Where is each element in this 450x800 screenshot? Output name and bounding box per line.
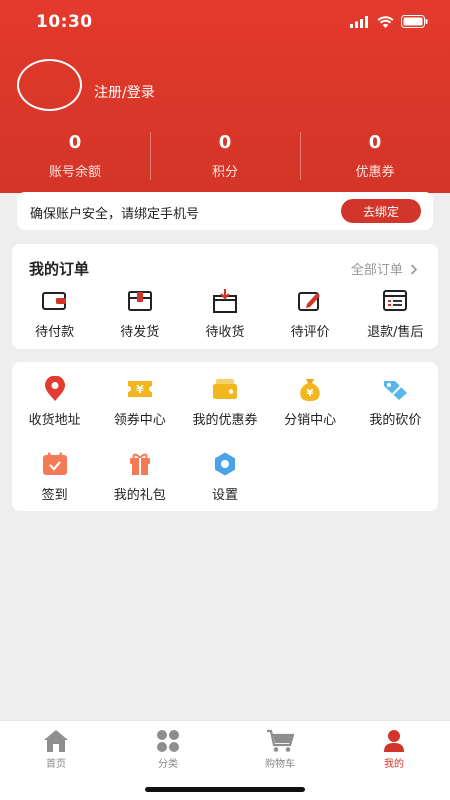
status-bar: 10:30 (0, 0, 450, 44)
services-card: 收货地址 ¥ 领券中心 我的优惠券 ¥ 分销中心 我的砍价 签到 我的礼包 设置 (12, 362, 438, 511)
category-grid-icon (157, 730, 179, 752)
services-row-1: 收货地址 ¥ 领券中心 我的优惠券 ¥ 分销中心 我的砍价 (12, 374, 438, 428)
service-coupon-center[interactable]: ¥ 领券中心 (97, 374, 182, 428)
service-bargain[interactable]: 我的砍价 (353, 374, 438, 428)
all-orders-label: 全部订单 (350, 263, 403, 278)
service-my-coupons[interactable]: 我的优惠券 (182, 374, 267, 428)
order-status-label: 退款/售后 (367, 325, 424, 340)
status-icons (350, 15, 428, 28)
stat-label: 优惠券 (355, 165, 395, 180)
order-pending-payment[interactable]: 待付款 (12, 286, 97, 340)
stat-coupons[interactable]: 0 优惠券 (300, 130, 450, 186)
bind-phone-banner: 确保账户安全，请绑定手机号 去绑定 (17, 192, 433, 230)
chevron-right-icon (410, 264, 418, 275)
order-status-label: 待发货 (120, 325, 160, 340)
signal-icon (350, 15, 368, 28)
order-pending-receipt[interactable]: 待收货 (182, 286, 267, 340)
stat-value: 0 (368, 132, 382, 153)
bind-phone-text: 确保账户安全，请绑定手机号 (30, 207, 200, 222)
service-label: 领券中心 (113, 413, 166, 428)
tab-category[interactable]: 分类 (133, 729, 203, 770)
profile-header: 10:30 注册/登录 0 账号余额 0 积分 0 优惠券 (0, 0, 450, 193)
tab-mine[interactable]: 我的 (359, 729, 429, 770)
service-label: 我的砍价 (369, 413, 422, 428)
avatar[interactable] (17, 59, 82, 111)
order-status-label: 待评价 (290, 325, 330, 340)
price-tag-icon (384, 381, 408, 400)
orders-card: 我的订单 全部订单 待付款 待发货 待收货 待评价 退款/售后 (12, 244, 438, 349)
coupon-ticket-icon: ¥ (127, 381, 152, 397)
receive-box-icon (212, 289, 237, 313)
status-time: 10:30 (36, 12, 93, 32)
home-icon (44, 730, 68, 752)
service-label: 我的优惠券 (192, 413, 258, 428)
home-indicator (145, 787, 305, 792)
battery-icon (401, 15, 428, 28)
account-stats: 0 账号余额 0 积分 0 优惠券 (0, 130, 450, 186)
order-status-label: 待收货 (205, 325, 245, 340)
gift-icon (129, 453, 150, 475)
money-bag-icon: ¥ (300, 379, 320, 401)
tab-label: 购物车 (265, 759, 295, 770)
service-checkin[interactable]: 签到 (12, 449, 97, 503)
services-row-2: 签到 我的礼包 设置 (12, 449, 438, 503)
service-address[interactable]: 收货地址 (12, 374, 97, 428)
order-status-row: 待付款 待发货 待收货 待评价 退款/售后 (12, 286, 438, 340)
service-label: 设置 (211, 488, 238, 503)
service-label: 签到 (41, 488, 68, 503)
tab-home[interactable]: 首页 (21, 729, 91, 770)
stat-value: 0 (68, 132, 82, 153)
service-gift-pack[interactable]: 我的礼包 (97, 449, 182, 503)
my-coupon-icon (212, 379, 237, 399)
settings-gear-icon (214, 452, 235, 476)
stat-label: 积分 (211, 165, 238, 180)
all-orders-link[interactable]: 全部订单 (351, 259, 418, 278)
stat-balance[interactable]: 0 账号余额 (0, 130, 150, 186)
wifi-icon (377, 15, 394, 28)
stat-label: 账号余额 (48, 165, 101, 180)
wallet-icon (41, 292, 66, 310)
edit-review-icon (298, 292, 321, 311)
order-pending-shipment[interactable]: 待发货 (97, 286, 182, 340)
tab-label: 我的 (384, 759, 404, 770)
service-label: 分销中心 (284, 413, 337, 428)
service-label: 我的礼包 (113, 488, 166, 503)
svg-text:¥: ¥ (307, 388, 314, 399)
bind-phone-button[interactable]: 去绑定 (341, 199, 421, 223)
location-pin-icon (44, 376, 65, 401)
order-status-label: 待付款 (35, 325, 75, 340)
user-icon (384, 730, 404, 752)
order-pending-review[interactable]: 待评价 (268, 286, 353, 340)
service-label: 收货地址 (28, 413, 81, 428)
login-link[interactable]: 注册/登录 (94, 82, 155, 102)
package-icon (127, 291, 152, 311)
service-settings[interactable]: 设置 (182, 449, 267, 503)
stat-points[interactable]: 0 积分 (150, 130, 300, 186)
service-distribution[interactable]: ¥ 分销中心 (268, 374, 353, 428)
refund-list-icon (383, 290, 408, 311)
tab-cart[interactable]: 购物车 (245, 729, 315, 770)
cart-icon (267, 729, 294, 752)
orders-title: 我的订单 (29, 260, 90, 278)
stat-value: 0 (218, 132, 232, 153)
svg-text:¥: ¥ (136, 383, 144, 396)
tab-label: 首页 (46, 759, 66, 770)
tab-label: 分类 (158, 759, 178, 770)
order-refund-aftersale[interactable]: 退款/售后 (353, 286, 438, 340)
calendar-checkin-icon (42, 452, 67, 475)
